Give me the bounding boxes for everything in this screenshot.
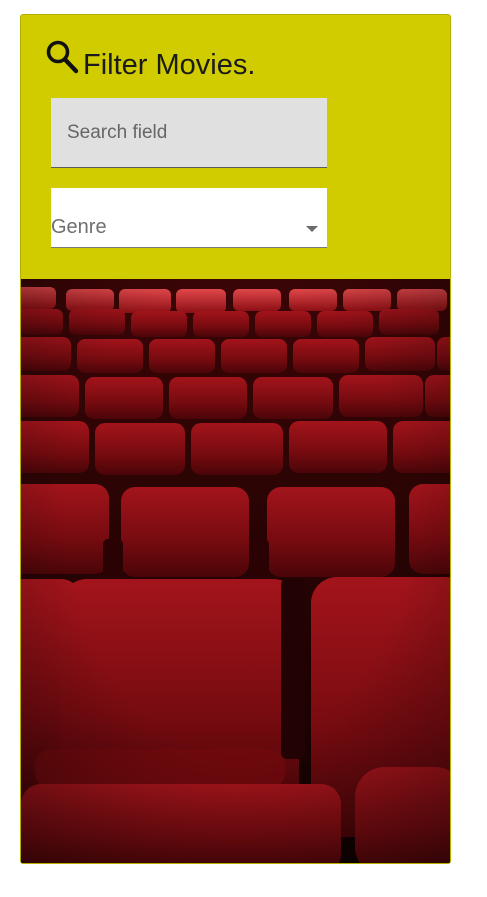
filter-card: Filter Movies. Genre <box>20 14 451 864</box>
search-icon <box>46 40 79 74</box>
search-input[interactable] <box>51 98 327 167</box>
genre-label: Genre <box>51 216 107 238</box>
theater-seats-image <box>21 279 450 863</box>
page-title: Filter Movies. <box>83 49 256 81</box>
theater-seats-illustration <box>21 279 450 863</box>
search-field[interactable] <box>51 98 327 168</box>
filter-header: Filter Movies. <box>45 39 255 81</box>
filter-panel: Filter Movies. Genre <box>21 15 450 279</box>
genre-select[interactable]: Genre <box>51 188 327 248</box>
chevron-down-icon[interactable] <box>306 226 318 232</box>
